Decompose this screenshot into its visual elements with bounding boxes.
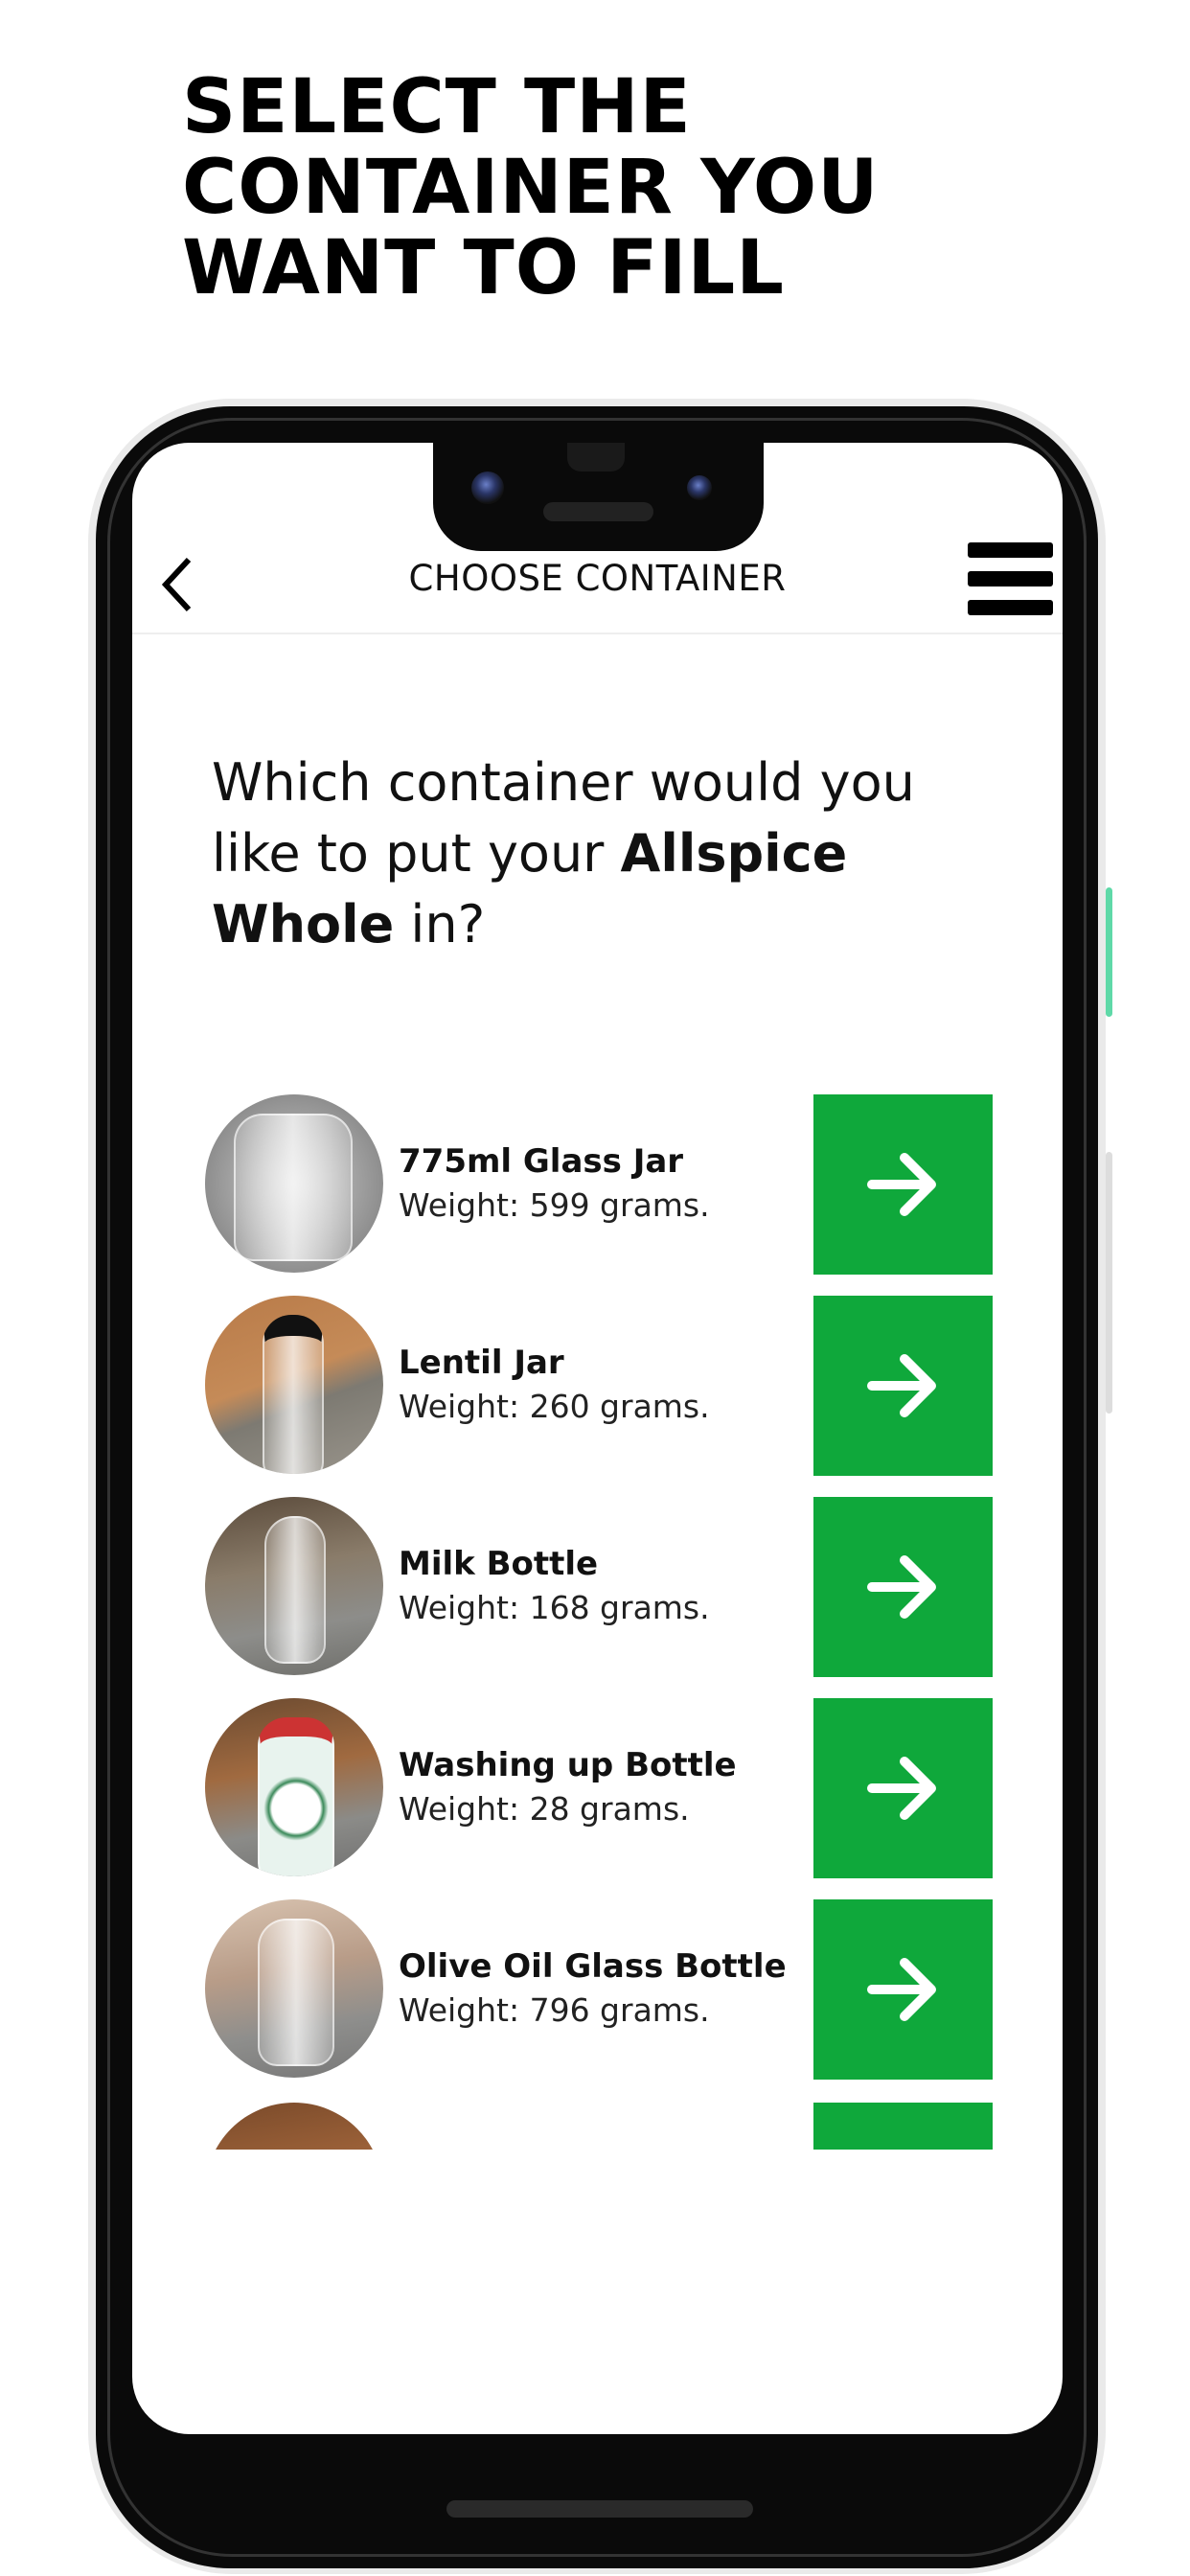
container-image bbox=[205, 1899, 383, 2078]
container-name: 775ml Glass Jar bbox=[399, 1142, 684, 1181]
notch bbox=[433, 443, 764, 551]
container-image bbox=[205, 1296, 383, 1474]
arrow-right-icon bbox=[867, 1757, 936, 1820]
header-divider bbox=[132, 632, 1063, 634]
list-item[interactable]: Lentil Jar Weight: 260 grams. bbox=[132, 1296, 1063, 1476]
hamburger-menu-icon bbox=[968, 542, 1053, 558]
container-image bbox=[205, 2103, 383, 2150]
front-camera-icon bbox=[471, 472, 504, 504]
speaker bbox=[543, 502, 653, 521]
select-container-button[interactable] bbox=[813, 1899, 993, 2080]
select-container-button[interactable] bbox=[813, 1698, 993, 1878]
power-button bbox=[1106, 887, 1112, 1017]
list-item[interactable]: Washing up Bottle Weight: 28 grams. bbox=[132, 1698, 1063, 1878]
container-image bbox=[205, 1094, 383, 1273]
list-item[interactable]: Olive Oil Glass Bottle Weight: 796 grams… bbox=[132, 1899, 1063, 2080]
hamburger-menu-icon bbox=[968, 571, 1053, 586]
container-weight: Weight: 28 grams. bbox=[399, 1790, 690, 1828]
question-text: Which container would you like to put yo… bbox=[212, 748, 997, 960]
list-item-partial[interactable] bbox=[132, 2103, 1063, 2150]
volume-button bbox=[1106, 1152, 1112, 1414]
hamburger-menu-icon bbox=[968, 600, 1053, 615]
phone-screen: CHOOSE CONTAINER Which container would y… bbox=[132, 443, 1063, 2434]
arrow-right-icon bbox=[867, 1354, 936, 1417]
container-name: Lentil Jar bbox=[399, 1344, 564, 1382]
container-list: 775ml Glass Jar Weight: 599 grams. Lenti… bbox=[132, 1094, 1063, 2150]
list-item[interactable]: 775ml Glass Jar Weight: 599 grams. bbox=[132, 1094, 1063, 1275]
container-name: Milk Bottle bbox=[399, 1545, 599, 1583]
container-weight: Weight: 260 grams. bbox=[399, 1388, 710, 1425]
container-image bbox=[205, 1698, 383, 1876]
container-weight: Weight: 168 grams. bbox=[399, 1589, 710, 1626]
container-weight: Weight: 796 grams. bbox=[399, 1991, 710, 2029]
container-name: Washing up Bottle bbox=[399, 1746, 737, 1784]
heading-line: WANT TO FILL bbox=[182, 225, 785, 311]
select-container-button[interactable] bbox=[813, 2103, 993, 2150]
container-image bbox=[205, 1497, 383, 1675]
heading-line: CONTAINER YOU bbox=[182, 145, 880, 231]
select-container-button[interactable] bbox=[813, 1296, 993, 1476]
container-weight: Weight: 599 grams. bbox=[399, 1186, 710, 1224]
marketing-heading: SELECT THE CONTAINER YOU WANT TO FILL bbox=[182, 67, 880, 309]
page-title: CHOOSE CONTAINER bbox=[408, 558, 787, 599]
list-item[interactable]: Milk Bottle Weight: 168 grams. bbox=[132, 1497, 1063, 1677]
select-container-button[interactable] bbox=[813, 1094, 993, 1275]
menu-button[interactable] bbox=[968, 542, 1053, 615]
arrow-right-icon bbox=[867, 1555, 936, 1619]
arrow-right-icon bbox=[867, 1958, 936, 2021]
container-name: Olive Oil Glass Bottle bbox=[399, 1947, 787, 1986]
heading-line: SELECT THE bbox=[182, 64, 692, 150]
front-camera-icon bbox=[687, 475, 712, 500]
question-suffix: in? bbox=[394, 894, 486, 954]
arrow-right-icon bbox=[867, 1153, 936, 1216]
select-container-button[interactable] bbox=[813, 1497, 993, 1677]
sensor bbox=[567, 443, 625, 472]
home-indicator bbox=[446, 2500, 753, 2518]
